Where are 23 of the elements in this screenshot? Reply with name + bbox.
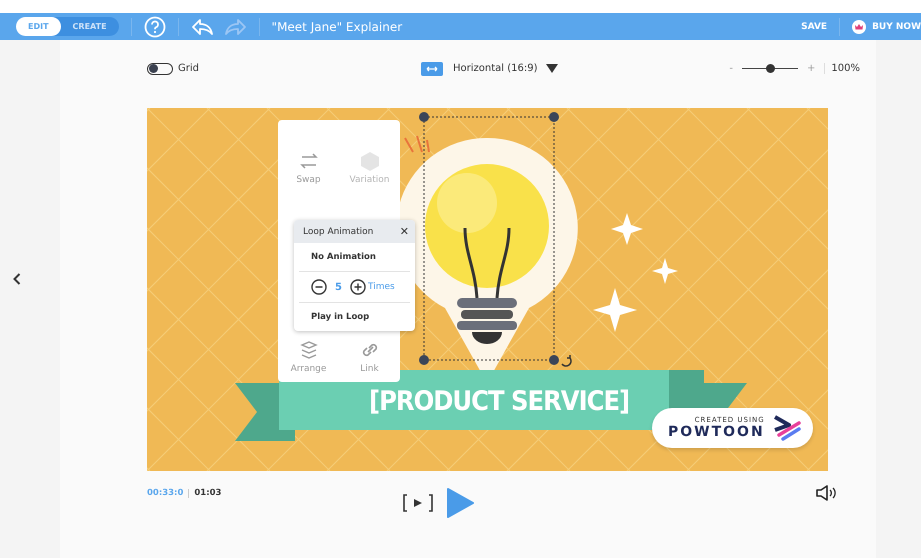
close-button[interactable]: ✕ (400, 225, 409, 238)
buy-now-button[interactable]: BUY NOW (852, 20, 921, 34)
banner-text: [PRODUCT SERVICE] (369, 386, 630, 417)
orientation-dropdown[interactable]: Horizontal (16:9) (453, 63, 558, 74)
popup-title: Loop Animation (303, 226, 374, 236)
mode-tab[interactable]: EDIT (16, 17, 61, 36)
popup-option[interactable]: No Animation (299, 243, 410, 271)
menu-item-label[interactable]: Link (360, 364, 379, 374)
current-time: 00:33:0 (147, 488, 184, 498)
loop-unit: Times (368, 282, 395, 292)
zoom-out-label[interactable]: - (729, 63, 734, 74)
zoom-reading: 100% (824, 63, 860, 74)
mode-tab[interactable]: CREATE (60, 17, 119, 36)
total-time: 01:03 (194, 488, 222, 498)
popup-option[interactable]: Play in Loop (299, 302, 410, 331)
zoom-in-label[interactable]: + (807, 63, 816, 74)
badge-brand: POWTOON (668, 424, 765, 440)
menu-item-label[interactable]: Swap (296, 174, 321, 185)
grid-label: Grid (178, 63, 199, 74)
save-button[interactable]: SAVE (801, 22, 828, 32)
project-title: "Meet Jane" Explainer (272, 20, 402, 34)
menu-item-label[interactable]: Arrange (290, 364, 326, 374)
loop-count: 5 (335, 282, 342, 292)
